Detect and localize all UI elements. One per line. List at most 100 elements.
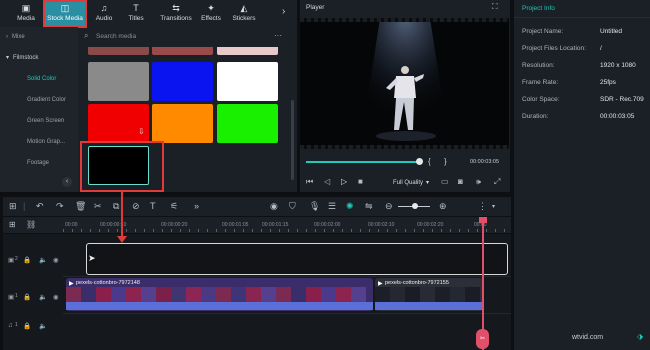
project-info-panel: Project Info Project Name: Untitled Proj…: [514, 0, 650, 350]
clip-title: pexels-cottonbro-7972155: [385, 280, 449, 286]
lock-icon[interactable]: 🔒: [23, 256, 31, 264]
visibility-eye-icon[interactable]: ◉: [53, 256, 59, 264]
tab-stock-media[interactable]: ◫ Stock Media: [43, 0, 87, 28]
render-preview-icon[interactable]: ◉: [270, 201, 278, 212]
info-label-location: Project Files Location:: [522, 45, 586, 52]
volume-icon[interactable]: 🕪: [476, 177, 481, 187]
track-head-audio-1: ♫ 1 🔒 🔈: [3, 314, 63, 350]
zoom-slider-knob[interactable]: [412, 203, 418, 209]
sidebar-item-green-screen[interactable]: Green Screen: [0, 114, 78, 128]
info-value-project-name: Untitled: [600, 28, 623, 35]
mute-icon[interactable]: 🔈: [39, 256, 47, 264]
swatch-blue[interactable]: [152, 62, 213, 101]
fullscreen-icon[interactable]: ⤢: [494, 177, 500, 187]
clip-play-icon: ▶: [378, 281, 383, 287]
ruler-tick: 00:00:00:20: [161, 222, 188, 228]
shield-icon[interactable]: ⛉: [289, 201, 296, 212]
lock-icon[interactable]: 🔒: [23, 322, 31, 330]
zoom-out-icon[interactable]: ⊖: [385, 201, 393, 212]
microphone-icon[interactable]: 🎙: [309, 201, 320, 212]
timeline-options-icon[interactable]: ⋮: [478, 201, 487, 212]
step-back-icon[interactable]: ◁: [324, 177, 330, 186]
crop-icon[interactable]: ⧉: [113, 201, 119, 212]
search-input[interactable]: Search media: [96, 33, 136, 40]
sidebar-item-gradient-color[interactable]: Gradient Color: [0, 93, 78, 107]
swatch-white[interactable]: [217, 62, 278, 101]
mark-in-icon[interactable]: {: [428, 157, 431, 166]
mouse-cursor-icon: ➤: [88, 253, 96, 263]
tab-effects[interactable]: ✦ Effects: [193, 2, 229, 26]
more-options-icon[interactable]: ⋯: [274, 31, 282, 40]
tab-media[interactable]: ▣ Media: [8, 2, 44, 26]
film-strip-bottom: [300, 145, 509, 149]
snap-icon[interactable]: ⇋: [365, 201, 373, 212]
quality-select[interactable]: Full Quality ▾: [393, 179, 429, 186]
sidebar-item-footage[interactable]: Footage: [0, 156, 78, 170]
playback-progress-knob[interactable]: [416, 158, 423, 165]
undo-icon[interactable]: ↶: [36, 201, 44, 212]
playhead-handle[interactable]: [479, 217, 487, 223]
stop-icon[interactable]: ■: [358, 177, 363, 186]
sidebar-item-mixe[interactable]: › Mixe: [0, 30, 78, 44]
mute-icon[interactable]: 🔈: [39, 293, 47, 301]
playback-progress-fill: [306, 161, 419, 163]
audio-mix-icon[interactable]: ☰: [328, 201, 336, 212]
tab-stickers[interactable]: ◭ Stickers: [226, 2, 262, 26]
scissors-icon: ✂: [479, 336, 486, 342]
tab-transitions[interactable]: ⇆ Transitions: [154, 2, 198, 26]
play-icon[interactable]: ▷: [341, 177, 347, 186]
zoom-in-icon[interactable]: ⊕: [439, 201, 447, 212]
player-title: Player: [306, 4, 325, 11]
search-icon: ⌕: [84, 31, 89, 40]
highlight-annotation: [80, 141, 164, 192]
expand-panel-icon[interactable]: ⬗: [637, 332, 643, 341]
more-tools-icon[interactable]: »: [194, 201, 199, 211]
snapshot-image-icon[interactable]: ⛶: [492, 2, 498, 12]
add-track-icon[interactable]: ⊞: [9, 220, 16, 229]
project-info-header: Project Info: [514, 0, 650, 18]
chevron-down-icon: ▾: [6, 55, 10, 61]
camera-snapshot-icon[interactable]: ◙: [458, 177, 463, 186]
collapse-chevron-icon[interactable]: ›: [282, 6, 285, 17]
delete-icon[interactable]: 🗑: [75, 201, 86, 212]
adjust-icon[interactable]: ⚟: [170, 201, 178, 212]
playhead-bottom-handle[interactable]: ✂: [476, 329, 489, 349]
sidebar-collapse-icon[interactable]: ‹: [62, 177, 72, 187]
ruler-tick: 00:00:02:20: [417, 222, 444, 228]
swatch-red[interactable]: [88, 104, 149, 143]
swatch-gray[interactable]: [88, 62, 149, 101]
sidebar-item-motion-graphics[interactable]: Motion Grap...: [0, 135, 78, 149]
ai-sparkle-icon[interactable]: ✺: [346, 201, 354, 212]
project-info-tab[interactable]: Project Info: [522, 5, 555, 12]
drop-target-clip[interactable]: [86, 243, 508, 275]
swatch-orange[interactable]: [152, 104, 213, 143]
tab-titles[interactable]: T Titles: [118, 2, 154, 26]
display-settings-icon[interactable]: ▭: [441, 177, 449, 186]
tag-icon[interactable]: ⊘: [132, 201, 140, 212]
clip-audio-waveform: [66, 302, 373, 310]
annotation-arrow-line: [121, 192, 123, 237]
sidebar-item-solid-color[interactable]: Solid Color: [0, 72, 78, 86]
visibility-eye-icon[interactable]: ◉: [53, 293, 59, 301]
prev-frame-icon[interactable]: ⏮: [306, 177, 313, 187]
effects-sparkle-icon: ✦: [207, 3, 215, 13]
redo-icon[interactable]: ↷: [56, 201, 64, 212]
ruler-tick: 00:00:01:05: [222, 222, 249, 228]
link-icon[interactable]: ⛓: [26, 220, 36, 229]
chevron-down-icon[interactable]: ▾: [492, 203, 495, 210]
sidebar-item-filmstock[interactable]: ▾ Filmstock: [0, 51, 78, 65]
mark-out-icon[interactable]: }: [444, 157, 447, 166]
media-scrollbar[interactable]: [291, 100, 294, 180]
media-tab-bar: ▣ Media ◫ Stock Media ♫ Audio T Titles ⇆ Tran…: [0, 0, 294, 28]
lock-icon[interactable]: 🔒: [23, 293, 31, 301]
swatch-green[interactable]: [217, 104, 278, 143]
info-value-duration: 00:00:03:05: [600, 113, 635, 120]
text-icon[interactable]: T: [150, 201, 156, 211]
mute-icon[interactable]: 🔈: [39, 322, 47, 330]
cut-icon[interactable]: ✂: [94, 201, 102, 212]
download-icon[interactable]: ⇩: [138, 127, 145, 136]
layout-grid-icon[interactable]: ⊞: [9, 201, 17, 212]
tab-audio[interactable]: ♫ Audio: [86, 2, 122, 26]
info-value-location: /: [600, 45, 602, 52]
info-label-color-space: Color Space:: [522, 96, 560, 103]
